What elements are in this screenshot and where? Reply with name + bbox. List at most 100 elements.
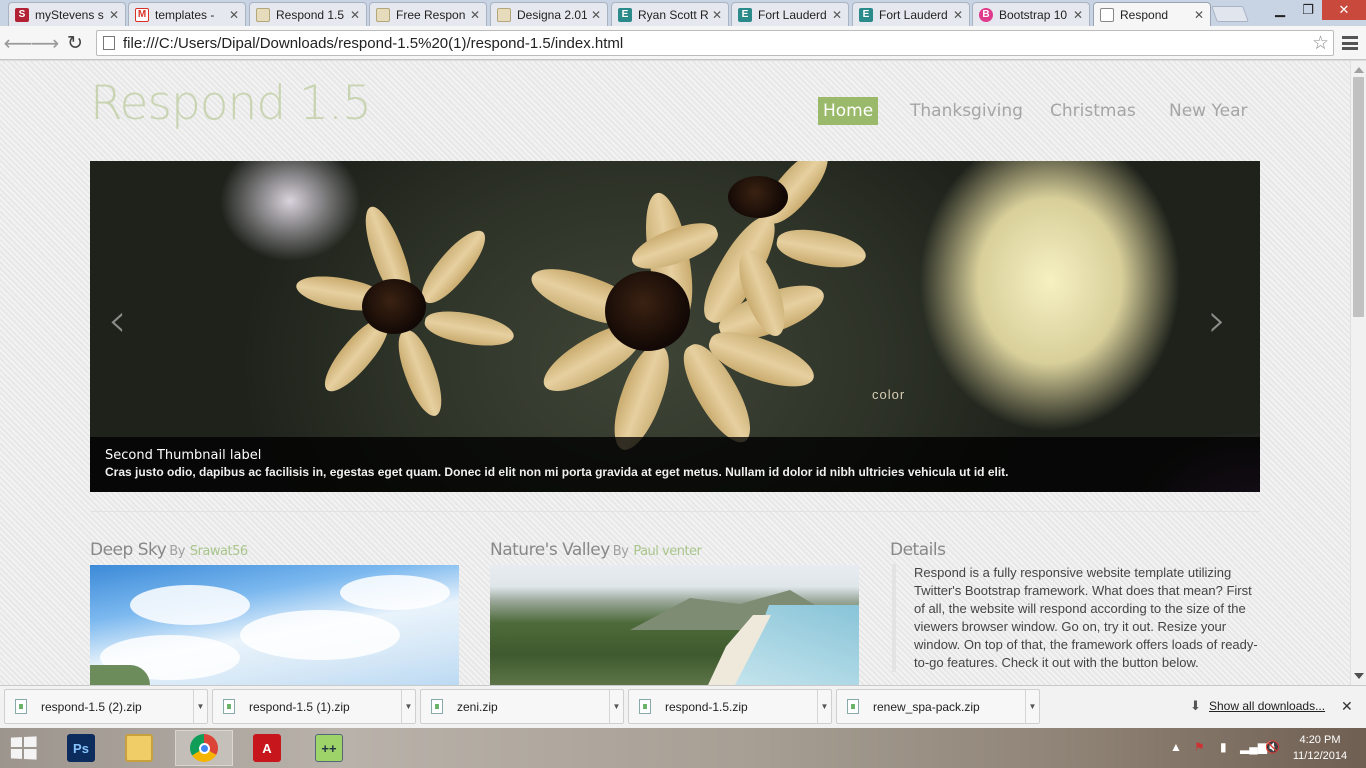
close-icon[interactable]: ✕	[1341, 698, 1353, 715]
nav-home[interactable]: Home	[818, 97, 879, 125]
carousel-prev-icon[interactable]: ‹	[108, 293, 126, 347]
restore-icon[interactable]: ❐	[1294, 0, 1322, 20]
download-item[interactable]: zeni.zip ▼	[420, 689, 624, 724]
close-icon[interactable]: ✕	[1073, 8, 1083, 22]
tab-label: Free Respon	[396, 7, 466, 22]
close-icon[interactable]: ✕	[591, 8, 601, 22]
tab-free-respond[interactable]: Free Respon ✕	[369, 2, 487, 26]
download-filename[interactable]: respond-1.5 (1).zip	[249, 700, 401, 714]
close-icon[interactable]: ✕	[712, 8, 722, 22]
image-watermark: color	[872, 387, 906, 402]
details-heading: Details	[890, 540, 946, 560]
close-icon[interactable]: ✕	[350, 8, 360, 22]
chevron-down-icon[interactable]: ▼	[1025, 690, 1039, 723]
chrome-taskbar-button[interactable]	[175, 730, 233, 766]
show-all-downloads-link[interactable]: Show all downloads...	[1209, 699, 1325, 713]
nav-thanksgiving[interactable]: Thanksgiving	[910, 97, 1023, 125]
download-filename[interactable]: zeni.zip	[457, 700, 609, 714]
clock-date: 11/12/2014	[1292, 750, 1348, 762]
tab-mystevens[interactable]: S myStevens s ✕	[8, 2, 126, 26]
post-title-text[interactable]: Nature's Valley	[490, 540, 610, 560]
tray-chevron-up-icon[interactable]: ▲	[1170, 740, 1182, 754]
photoshop-taskbar-button[interactable]: Ps	[52, 730, 110, 766]
post-title-natures-valley[interactable]: Nature's Valley By Paul venter	[490, 540, 702, 560]
address-bar[interactable]: file:///C:/Users/Dipal/Downloads/respond…	[96, 30, 1334, 56]
chevron-down-icon[interactable]: ▼	[817, 690, 831, 723]
tab-templates[interactable]: M templates - ✕	[128, 2, 246, 26]
tab-designa[interactable]: Designa 2.01 ✕	[490, 2, 608, 26]
tab-bootstrap[interactable]: B Bootstrap 10 ✕	[972, 2, 1090, 26]
volume-muted-icon[interactable]: 🔇	[1265, 740, 1280, 754]
download-filename[interactable]: respond-1.5 (2).zip	[41, 700, 193, 714]
minimize-icon[interactable]: ▁	[1266, 0, 1294, 20]
close-icon[interactable]: ✕	[109, 8, 119, 22]
download-item[interactable]: respond-1.5 (1).zip ▼	[212, 689, 416, 724]
bookmark-star-icon[interactable]: ☆	[1312, 32, 1329, 55]
photoshop-icon: Ps	[67, 734, 95, 762]
page-icon	[376, 7, 390, 22]
zip-file-icon	[431, 699, 443, 714]
acrobat-taskbar-button[interactable]: A	[238, 730, 296, 766]
address-url[interactable]: file:///C:/Users/Dipal/Downloads/respond…	[123, 35, 623, 52]
chrome-menu-icon[interactable]	[1340, 33, 1360, 53]
download-item[interactable]: respond-1.5 (2).zip ▼	[4, 689, 208, 724]
windows-start-icon[interactable]	[10, 736, 37, 760]
zip-file-icon	[847, 699, 859, 714]
close-icon[interactable]: ✕	[953, 8, 963, 22]
page-icon	[1100, 8, 1114, 22]
clock-time: 4:20 PM	[1299, 734, 1341, 746]
tab-label: Respond	[1120, 8, 1169, 22]
tab-fort-lauderdale-1[interactable]: E Fort Lauderd ✕	[731, 2, 849, 26]
close-icon[interactable]: ✕	[1194, 8, 1204, 22]
network-signal-icon[interactable]: ▂▄▆	[1240, 740, 1267, 754]
details-text: Respond is a fully responsive website te…	[892, 564, 1260, 672]
close-icon[interactable]: ✕	[832, 8, 842, 22]
close-icon[interactable]: ✕	[470, 8, 480, 22]
nav-new-year[interactable]: New Year	[1169, 97, 1247, 125]
file-explorer-taskbar-button[interactable]	[110, 730, 168, 766]
deep-sky-image[interactable]	[90, 565, 459, 685]
post-author-link[interactable]: Srawat56	[190, 544, 248, 559]
reload-icon[interactable]: ↻	[62, 30, 88, 56]
page-scrollbar[interactable]	[1350, 61, 1366, 685]
tab-respond-15[interactable]: Respond 1.5 ✕	[249, 2, 367, 26]
natures-valley-image[interactable]	[490, 565, 859, 685]
download-item[interactable]: renew_spa-pack.zip ▼	[836, 689, 1040, 724]
post-author-link[interactable]: Paul venter	[633, 544, 702, 559]
scroll-down-icon[interactable]	[1354, 673, 1364, 679]
new-tab-button[interactable]	[1211, 6, 1249, 22]
download-filename[interactable]: renew_spa-pack.zip	[873, 700, 1025, 714]
download-arrow-icon: ⬇	[1190, 698, 1201, 713]
forward-arrow-icon[interactable]: ⟶	[31, 30, 60, 56]
site-title[interactable]: Respond 1.5	[90, 76, 372, 131]
post-title-deep-sky[interactable]: Deep Sky By Srawat56	[90, 540, 248, 560]
bootstrap-icon: B	[979, 7, 993, 22]
close-window-button[interactable]: ✕	[1322, 0, 1366, 20]
tab-label: Ryan Scott R	[638, 7, 708, 22]
close-icon[interactable]: ✕	[229, 8, 239, 22]
post-title-text[interactable]: Deep Sky	[90, 540, 167, 560]
nav-christmas[interactable]: Christmas	[1050, 97, 1136, 125]
notepad-plus-taskbar-button[interactable]: ++	[300, 730, 358, 766]
carousel-next-icon[interactable]: ›	[1208, 293, 1226, 347]
chevron-down-icon[interactable]: ▼	[193, 690, 207, 723]
stevens-icon: S	[15, 7, 29, 22]
section-divider	[90, 511, 1260, 512]
download-item[interactable]: respond-1.5.zip ▼	[628, 689, 832, 724]
battery-icon[interactable]: ▮	[1220, 740, 1227, 754]
chevron-down-icon[interactable]: ▼	[609, 690, 623, 723]
chevron-down-icon[interactable]: ▼	[401, 690, 415, 723]
system-clock[interactable]: 4:20 PM 11/12/2014	[1290, 732, 1350, 764]
action-center-flag-icon[interactable]: ⚑	[1194, 740, 1205, 754]
scroll-up-icon[interactable]	[1354, 67, 1364, 73]
back-arrow-icon[interactable]: ⟵	[4, 30, 33, 56]
scrollbar-thumb[interactable]	[1353, 77, 1364, 317]
tab-label: Designa 2.01	[517, 7, 587, 22]
page-viewport: Respond 1.5 Home Thanksgiving Christmas …	[0, 61, 1350, 685]
download-filename[interactable]: respond-1.5.zip	[665, 700, 817, 714]
tab-fort-lauderdale-2[interactable]: E Fort Lauderd ✕	[852, 2, 970, 26]
tab-label: Fort Lauderd	[879, 7, 948, 22]
caption-title: Second Thumbnail label	[105, 448, 262, 463]
tab-respond-active[interactable]: Respond ✕	[1093, 2, 1211, 27]
tab-ryan-scott[interactable]: E Ryan Scott R ✕	[611, 2, 729, 26]
